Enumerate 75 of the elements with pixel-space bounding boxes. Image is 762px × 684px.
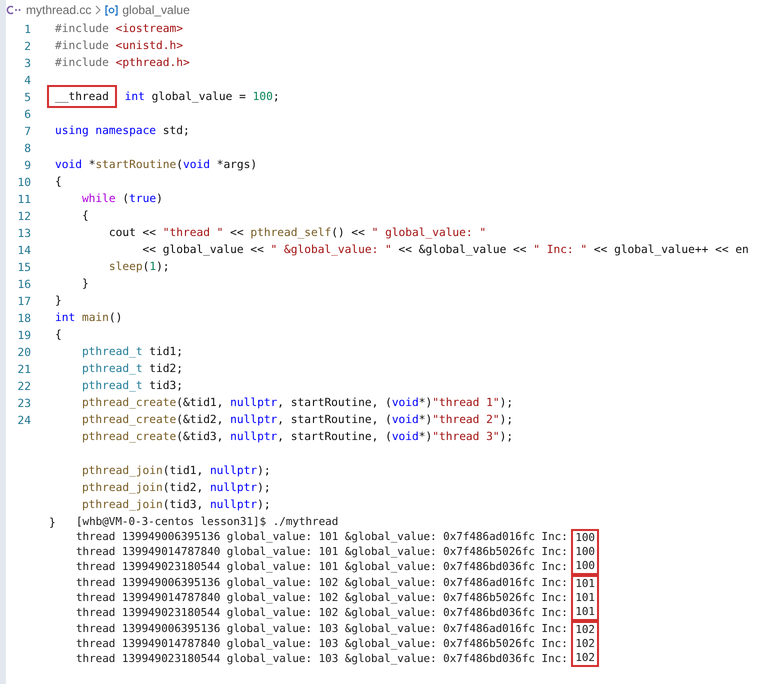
variable-icon — [105, 4, 118, 16]
line-number: 14 — [18, 244, 31, 256]
terminal-output-line: thread 139949023180544 global_value: 102 &global_value: 0x7f486bd036fc Inc: — [76, 605, 569, 620]
inc-value: 102 — [575, 651, 595, 665]
chevron-right-icon — [95, 5, 102, 15]
code-line: } — [80, 276, 89, 292]
terminal-output-line: thread 139949014787840 global_value: 102 &global_value: 0x7f486b5026fc Inc: — [76, 590, 569, 605]
inc-value: 102 — [575, 623, 595, 637]
line-number: 9 — [24, 158, 31, 172]
terminal-output-line: thread 139949023180544 global_value: 103 &global_value: 0x7f486bd036fc Inc: — [76, 651, 569, 666]
breadcrumb-file[interactable]: mythread.cc — [26, 1, 92, 19]
terminal-output-line: thread 139949006395136 global_value: 101 &global_value: 0x7f486ad016fc Inc: — [76, 529, 569, 544]
line-number: 16 — [18, 278, 31, 290]
code-line: pthread_t tid1; — [80, 344, 183, 360]
code-line: pthread_create(&tid3, nullptr, startRoutine, (void*)"thread 3"); — [80, 429, 514, 445]
line-number: 23 — [18, 396, 31, 410]
line-number: 24 — [18, 414, 31, 426]
terminal-output-line: thread 139949006395136 global_value: 102 &global_value: 0x7f486ad016fc Inc: — [76, 575, 569, 590]
inc-value: 100 — [575, 545, 595, 559]
code-line: int global_value = 100; — [124, 89, 280, 105]
line-number: 17 — [18, 294, 31, 308]
line-number: 18 — [18, 312, 31, 324]
line-number: 2 — [24, 40, 31, 52]
code-line: void *startRoutine(void *args) — [55, 157, 258, 173]
code-line: #include <unistd.h> — [55, 38, 183, 54]
line-number: 20 — [18, 346, 31, 358]
terminal-prompt: [whb@VM-0-3-centos lesson31]$ ./mythread — [76, 514, 340, 529]
code-line: pthread_join(tid1, nullptr); — [80, 463, 271, 479]
line-number: 3 — [24, 56, 31, 70]
code-line: pthread_create(&tid1, nullptr, startRoutine, (void*)"thread 1"); — [80, 395, 514, 411]
code-line: } — [55, 293, 62, 309]
line-number: 5 — [24, 90, 31, 104]
inc-value: 100 — [575, 559, 595, 573]
code-line: pthread_create(&tid2, nullptr, startRoutine, (void*)"thread 2"); — [80, 412, 514, 428]
code-line: int main() — [55, 310, 122, 326]
inc-value: 102 — [575, 637, 595, 651]
code-line: using namespace std; — [55, 123, 190, 139]
line-number: 7 — [24, 124, 31, 138]
terminal-output-line: thread 139949014787840 global_value: 101 &global_value: 0x7f486b5026fc Inc: — [76, 544, 569, 559]
breadcrumb-symbol[interactable]: global_value — [122, 1, 190, 19]
code-line: pthread_join(tid3, nullptr); — [80, 497, 271, 513]
highlighted-keyword: __thread — [47, 85, 117, 108]
inc-value: 101 — [575, 591, 595, 605]
code-line: { — [55, 174, 62, 190]
line-number: 11 — [18, 192, 31, 206]
terminal-output-line: thread 139949014787840 global_value: 103 &global_value: 0x7f486b5026fc Inc: — [76, 636, 569, 651]
terminal-output-line: thread 139949023180544 global_value: 101 &global_value: 0x7f486bd036fc Inc: — [76, 559, 569, 574]
code-line: { — [55, 327, 62, 343]
code-line: #include <pthread.h> — [55, 55, 190, 71]
code-line: pthread_join(tid2, nullptr); — [80, 480, 271, 496]
code-line: pthread_t tid2; — [80, 361, 183, 377]
inc-value: 100 — [575, 531, 595, 545]
code-line: << global_value << " &global_value: " << &global_value << " Inc: " << global_value++ << en — [142, 242, 749, 258]
line-number: 8 — [24, 142, 31, 154]
line-number: 4 — [24, 74, 31, 86]
code-line: } — [49, 515, 57, 531]
line-number: 21 — [18, 362, 31, 376]
inc-value: 101 — [575, 605, 595, 619]
code-line: while (true) — [80, 191, 163, 207]
line-number: 19 — [18, 328, 31, 342]
line-number: 22 — [18, 380, 31, 392]
code-line: #include <iostream> — [55, 21, 183, 37]
code-line: sleep(1); — [108, 259, 170, 275]
file-icon — [6, 5, 22, 15]
terminal-output-line: thread 139949006395136 global_value: 103 &global_value: 0x7f486ad016fc Inc: — [76, 621, 569, 636]
code-line: { — [80, 208, 89, 224]
code-line: cout << "thread " << pthread_self() << " global_value: " — [108, 225, 486, 241]
code-line: pthread_t tid3; — [80, 378, 183, 394]
line-number: 6 — [24, 108, 31, 120]
line-number: 1 — [24, 22, 31, 36]
line-number: 13 — [18, 226, 31, 240]
line-number: 12 — [18, 210, 31, 222]
line-number: 10 — [18, 176, 31, 188]
inc-value: 101 — [575, 577, 595, 591]
line-number: 15 — [18, 260, 31, 274]
